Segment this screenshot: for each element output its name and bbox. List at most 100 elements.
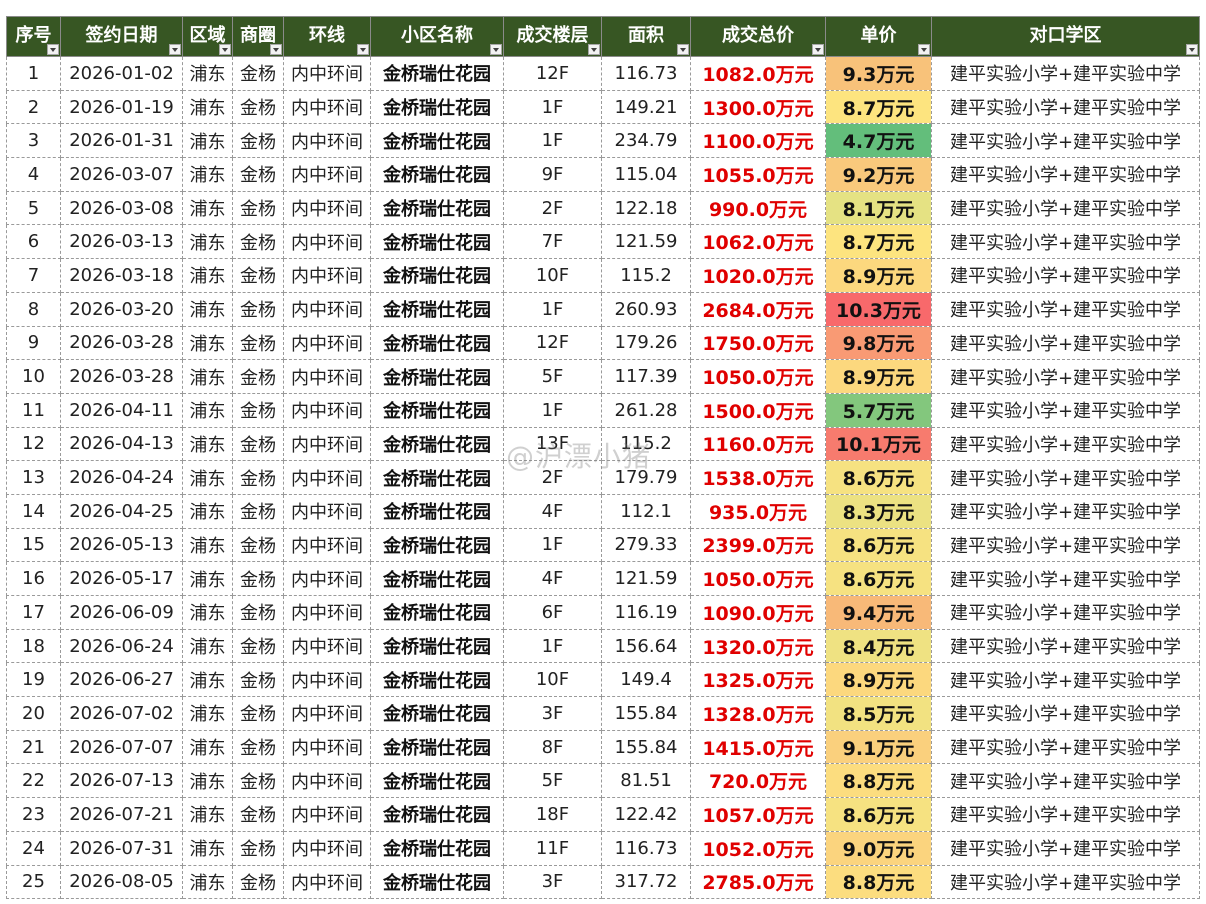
business-circle-cell[interactable]: 金杨 [232,729,284,765]
school-district-cell[interactable]: 建平实验小学+建平实验中学 [931,527,1200,563]
row-number-cell[interactable]: 23 [6,797,61,832]
ring-road-cell[interactable]: 内中环间 [283,864,371,900]
school-district-cell[interactable]: 建平实验小学+建平实验中学 [931,662,1200,698]
district-cell[interactable]: 浦东 [182,56,233,91]
district-cell[interactable]: 浦东 [182,696,233,731]
filter-dropdown-icon[interactable] [1186,44,1198,55]
sign-date-cell[interactable]: 2026-05-13 [60,527,183,563]
community-name-cell[interactable]: 金桥瑞仕花园 [370,190,504,226]
business-circle-cell[interactable]: 金杨 [232,527,284,563]
area-size-cell[interactable]: 179.79 [601,460,691,495]
business-circle-cell[interactable]: 金杨 [232,830,284,866]
area-size-cell[interactable]: 116.19 [601,595,691,630]
total-price-cell[interactable]: 1415.0万元 [690,729,826,765]
unit-price-cell[interactable]: 9.4万元 [825,595,932,630]
floor-cell[interactable]: 12F [503,325,602,361]
row-number-cell[interactable]: 10 [6,359,61,394]
area-size-cell[interactable]: 122.18 [601,190,691,226]
community-name-cell[interactable]: 金桥瑞仕花园 [370,493,504,529]
community-name-cell[interactable]: 金桥瑞仕花园 [370,628,504,664]
district-cell[interactable]: 浦东 [182,797,233,832]
community-name-cell[interactable]: 金桥瑞仕花园 [370,830,504,866]
total-price-cell[interactable]: 1082.0万元 [690,56,826,91]
community-name-cell[interactable]: 金桥瑞仕花园 [370,291,504,327]
floor-cell[interactable]: 2F [503,190,602,226]
header-cell[interactable]: 商圈 [232,16,284,57]
school-district-cell[interactable]: 建平实验小学+建平实验中学 [931,561,1200,596]
total-price-cell[interactable]: 1062.0万元 [690,224,826,260]
floor-cell[interactable]: 18F [503,797,602,832]
area-size-cell[interactable]: 261.28 [601,392,691,428]
total-price-cell[interactable]: 1100.0万元 [690,123,826,159]
business-circle-cell[interactable]: 金杨 [232,460,284,495]
ring-road-cell[interactable]: 内中环间 [283,460,371,495]
unit-price-cell[interactable]: 8.5万元 [825,696,932,731]
header-cell[interactable]: 单价 [825,16,932,57]
filter-dropdown-icon[interactable] [169,44,181,55]
header-cell[interactable]: 环线 [283,16,371,57]
sign-date-cell[interactable]: 2026-04-25 [60,493,183,529]
district-cell[interactable]: 浦东 [182,291,233,327]
school-district-cell[interactable]: 建平实验小学+建平实验中学 [931,190,1200,226]
sign-date-cell[interactable]: 2026-01-31 [60,123,183,159]
total-price-cell[interactable]: 1020.0万元 [690,258,826,293]
unit-price-cell[interactable]: 8.6万元 [825,460,932,495]
school-district-cell[interactable]: 建平实验小学+建平实验中学 [931,359,1200,394]
area-size-cell[interactable]: 121.59 [601,224,691,260]
business-circle-cell[interactable]: 金杨 [232,224,284,260]
ring-road-cell[interactable]: 内中环间 [283,729,371,765]
community-name-cell[interactable]: 金桥瑞仕花园 [370,460,504,495]
area-size-cell[interactable]: 112.1 [601,493,691,529]
business-circle-cell[interactable]: 金杨 [232,359,284,394]
total-price-cell[interactable]: 935.0万元 [690,493,826,529]
school-district-cell[interactable]: 建平实验小学+建平实验中学 [931,830,1200,866]
ring-road-cell[interactable]: 内中环间 [283,830,371,866]
district-cell[interactable]: 浦东 [182,325,233,361]
filter-dropdown-icon[interactable] [918,44,930,55]
floor-cell[interactable]: 4F [503,493,602,529]
floor-cell[interactable]: 3F [503,696,602,731]
school-district-cell[interactable]: 建平实验小学+建平实验中学 [931,460,1200,495]
area-size-cell[interactable]: 179.26 [601,325,691,361]
ring-road-cell[interactable]: 内中环间 [283,89,371,125]
total-price-cell[interactable]: 1050.0万元 [690,359,826,394]
floor-cell[interactable]: 5F [503,763,602,799]
business-circle-cell[interactable]: 金杨 [232,258,284,293]
ring-road-cell[interactable]: 内中环间 [283,190,371,226]
area-size-cell[interactable]: 260.93 [601,291,691,327]
unit-price-cell[interactable]: 9.3万元 [825,56,932,91]
row-number-cell[interactable]: 1 [6,56,61,91]
community-name-cell[interactable]: 金桥瑞仕花园 [370,224,504,260]
unit-price-cell[interactable]: 9.1万元 [825,729,932,765]
row-number-cell[interactable]: 3 [6,123,61,159]
ring-road-cell[interactable]: 内中环间 [283,392,371,428]
total-price-cell[interactable]: 1055.0万元 [690,157,826,192]
area-size-cell[interactable]: 279.33 [601,527,691,563]
row-number-cell[interactable]: 18 [6,628,61,664]
unit-price-cell[interactable]: 8.6万元 [825,797,932,832]
row-number-cell[interactable]: 25 [6,864,61,900]
business-circle-cell[interactable]: 金杨 [232,89,284,125]
floor-cell[interactable]: 2F [503,460,602,495]
community-name-cell[interactable]: 金桥瑞仕花园 [370,527,504,563]
filter-dropdown-icon[interactable] [677,44,689,55]
area-size-cell[interactable]: 115.04 [601,157,691,192]
area-size-cell[interactable]: 155.84 [601,696,691,731]
total-price-cell[interactable]: 990.0万元 [690,190,826,226]
school-district-cell[interactable]: 建平实验小学+建平实验中学 [931,628,1200,664]
ring-road-cell[interactable]: 内中环间 [283,291,371,327]
header-cell[interactable]: 成交总价 [690,16,826,57]
unit-price-cell[interactable]: 8.9万元 [825,662,932,698]
business-circle-cell[interactable]: 金杨 [232,595,284,630]
header-cell[interactable]: 成交楼层 [503,16,602,57]
school-district-cell[interactable]: 建平实验小学+建平实验中学 [931,89,1200,125]
district-cell[interactable]: 浦东 [182,123,233,159]
district-cell[interactable]: 浦东 [182,224,233,260]
sign-date-cell[interactable]: 2026-03-28 [60,325,183,361]
ring-road-cell[interactable]: 内中环间 [283,561,371,596]
ring-road-cell[interactable]: 内中环间 [283,56,371,91]
community-name-cell[interactable]: 金桥瑞仕花园 [370,426,504,462]
ring-road-cell[interactable]: 内中环间 [283,696,371,731]
area-size-cell[interactable]: 149.4 [601,662,691,698]
row-number-cell[interactable]: 11 [6,392,61,428]
